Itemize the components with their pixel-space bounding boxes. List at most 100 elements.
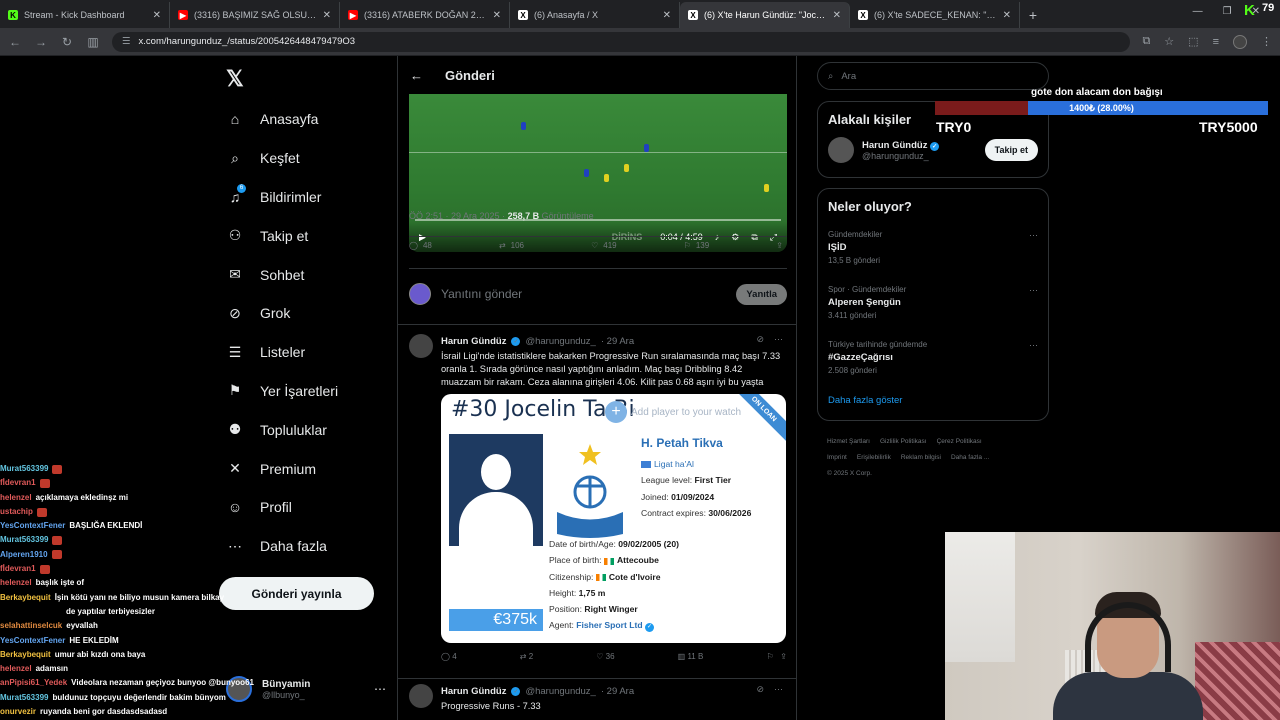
footer-link[interactable]: © 2025 X Corp. — [827, 470, 872, 477]
footer-link[interactable]: Daha fazla ... — [951, 454, 989, 461]
chat-username[interactable]: anPipisi61_Yedek — [0, 676, 67, 690]
nav-item-topluluklar[interactable]: ⚉ Topluluklar — [226, 410, 338, 449]
tweet-date[interactable]: · 29 Ara — [601, 336, 634, 347]
like-button[interactable]: ♡ 419 — [591, 241, 617, 250]
chat-username[interactable]: ustachip — [0, 505, 33, 519]
browser-tab[interactable]: X (6) X'te Harun Gündüz: "Jocelin ✕ — [680, 2, 850, 28]
browser-tab[interactable]: ▶ (3316) ATABERK DOĞAN 2025 | K ✕ — [340, 2, 510, 28]
minimize-icon[interactable]: — — [1193, 6, 1203, 17]
chat-username[interactable]: Alperen1910 — [0, 548, 48, 562]
tweet-image-transfermarkt-card[interactable]: #30 Jocelin Ta Bi + Add player to your w… — [441, 394, 786, 643]
retweet-button[interactable]: ⇄ 106 — [499, 241, 524, 250]
restore-icon[interactable]: ❐ — [1223, 6, 1232, 17]
x-logo-icon[interactable]: 𝕏 — [226, 66, 244, 92]
site-info-icon[interactable]: ☰ — [122, 36, 131, 47]
browser-tab[interactable]: X (6) X'te SADECE_KENAN: "VEEE ✕ — [850, 2, 1020, 28]
chat-username[interactable]: Berkaybequit — [0, 591, 51, 605]
bookmark-button[interactable]: ⚐ 139 — [684, 241, 710, 250]
nav-item-keşfet[interactable]: ⌕ Keşfet — [226, 139, 338, 178]
trend-item[interactable]: Spor · Gündemdekiler Alperen Şengün 3.411 … — [818, 279, 1048, 334]
back-arrow-icon[interactable]: ← — [410, 68, 423, 83]
browser-tab[interactable]: K Stream - Kick Dashboard ✕ — [0, 2, 170, 28]
more-icon[interactable]: ⋯ — [1029, 340, 1038, 351]
footer-link[interactable]: Hizmet Şartları — [827, 438, 870, 445]
chat-username[interactable]: YesContextFener — [0, 634, 65, 648]
close-tab-icon[interactable]: ✕ — [663, 10, 671, 21]
footer-link[interactable]: Çerez Politikası — [937, 438, 982, 445]
grok-icon[interactable]: ⊘ — [756, 684, 764, 695]
retweet-button[interactable]: ⇄ 2 — [520, 652, 533, 661]
footer-link[interactable]: Imprint — [827, 454, 847, 461]
tweet-author-handle[interactable]: @harungunduz_ — [525, 336, 595, 347]
back-icon[interactable]: ← — [8, 35, 22, 49]
post-timestamp[interactable]: ÖÖ 2:51 · 29 Ara 2025 · — [409, 211, 508, 221]
chat-username[interactable]: fİdevran1 — [0, 476, 36, 490]
trend-item[interactable]: Gündemdekiler IŞİD 13,5 B gönderi ⋯ — [818, 224, 1048, 279]
chat-username[interactable]: selahattinselcuk — [0, 619, 62, 633]
close-tab-icon[interactable]: ✕ — [323, 10, 331, 21]
footer-link[interactable]: Erişilebilirlik — [857, 454, 891, 461]
browser-tab[interactable]: X (6) Anasayfa / X ✕ — [510, 2, 680, 28]
reply-button[interactable]: ◯ 48 — [409, 241, 432, 250]
forward-icon[interactable]: → — [34, 35, 48, 49]
chat-username[interactable]: helenzel — [0, 662, 32, 676]
follow-button[interactable]: Takip et — [984, 139, 1038, 161]
nav-item-takip-et[interactable]: ⚇ Takip et — [226, 216, 338, 255]
avatar[interactable] — [409, 334, 433, 358]
reply-button[interactable]: ◯ 4 — [441, 652, 457, 661]
tweet-author-name[interactable]: Harun Gündüz — [441, 336, 506, 347]
nav-item-sohbet[interactable]: ✉ Sohbet — [226, 255, 338, 294]
nav-item-anasayfa[interactable]: ⌂ Anasayfa — [226, 100, 338, 139]
tweet-date[interactable]: · 29 Ara — [601, 686, 634, 697]
nav-item-bildirimler[interactable]: ♫ 6 Bildirimler — [226, 178, 338, 217]
views-button[interactable]: ▥ 11 B — [678, 652, 704, 661]
nav-item-listeler[interactable]: ☰ Listeler — [226, 333, 338, 372]
chat-username[interactable]: Berkaybequit — [0, 648, 51, 662]
chat-username[interactable]: onurvezir — [0, 705, 36, 719]
bookmark-share[interactable]: ⚐ ⇪ — [766, 652, 787, 661]
reply-tweet[interactable]: Harun Gündüz ✓ @harungunduz_ · 29 Ara ⊘ … — [409, 684, 787, 720]
browser-menu-icon[interactable]: ⋮ — [1261, 35, 1272, 48]
close-tab-icon[interactable]: ✕ — [833, 10, 841, 21]
more-icon[interactable]: ⋯ — [774, 334, 783, 345]
tweet-author-handle[interactable]: @harungunduz_ — [525, 686, 595, 697]
reply-input[interactable]: Yanıtını gönder — [441, 287, 726, 301]
show-more-link[interactable]: Daha fazla göster — [818, 389, 1048, 418]
media-icon[interactable]: ≡ — [1213, 36, 1219, 48]
more-icon[interactable]: ⋯ — [374, 682, 386, 696]
more-icon[interactable]: ⋯ — [1029, 285, 1038, 296]
close-tab-icon[interactable]: ✕ — [1003, 10, 1011, 21]
avatar[interactable] — [828, 137, 854, 163]
nav-item-yer-i-şaretleri[interactable]: ⚑ Yer İşaretleri — [226, 372, 338, 411]
new-tab-icon[interactable]: + — [1020, 2, 1046, 28]
more-icon[interactable]: ⋯ — [774, 684, 783, 695]
bookmark-star-icon[interactable]: ☆ — [1164, 35, 1174, 48]
chat-username[interactable]: helenzel — [0, 491, 32, 505]
grok-icon[interactable]: ⊘ — [756, 334, 764, 345]
reply-tweet[interactable]: Harun Gündüz ✓ @harungunduz_ · 29 Ara ⊘ … — [409, 334, 787, 664]
close-tab-icon[interactable]: ✕ — [493, 10, 501, 21]
chat-username[interactable]: YesContextFener — [0, 519, 65, 533]
trend-item[interactable]: Türkiye tarihinde gündemde #GazzeÇağrısı 2… — [818, 334, 1048, 389]
video-player[interactable]: ▶ DİRİNS 0:04 / 4:59 ♪ ⚙ ⧉ ⤢ — [409, 94, 787, 252]
like-button[interactable]: ♡ 36 — [596, 652, 614, 661]
install-app-icon[interactable]: ⧉ — [1142, 35, 1150, 48]
reload-icon[interactable]: ↻ — [60, 35, 74, 49]
sidebar-icon[interactable]: ▥ — [86, 35, 100, 49]
chat-username[interactable]: helenzel — [0, 576, 32, 590]
chat-username[interactable]: Murat563399 — [0, 691, 48, 705]
url-field[interactable]: ☰ x.com/harungunduz_/status/200542644847… — [112, 31, 1131, 52]
related-person[interactable]: Harun Gündüz ✓ @harungunduz_ Takip et — [818, 137, 1048, 163]
tweet-author-name[interactable]: Harun Gündüz — [441, 686, 506, 697]
footer-link[interactable]: Gizlilik Politikası — [880, 438, 927, 445]
chat-username[interactable]: Murat563399 — [0, 533, 48, 547]
more-icon[interactable]: ⋯ — [1029, 230, 1038, 241]
chat-username[interactable]: Murat563399 — [0, 462, 48, 476]
footer-link[interactable]: Reklam bilgisi — [901, 454, 941, 461]
chat-username[interactable]: fİdevran1 — [0, 562, 36, 576]
reply-submit-button[interactable]: Yanıtla — [736, 283, 787, 305]
extensions-icon[interactable]: ⬚ — [1188, 35, 1198, 48]
browser-tab[interactable]: ▶ (3316) BAŞIMIZ SAĞ OLSUN | M ✕ — [170, 2, 340, 28]
share-button[interactable]: ⇪ — [776, 241, 783, 250]
browser-profile-avatar[interactable] — [1233, 34, 1247, 49]
